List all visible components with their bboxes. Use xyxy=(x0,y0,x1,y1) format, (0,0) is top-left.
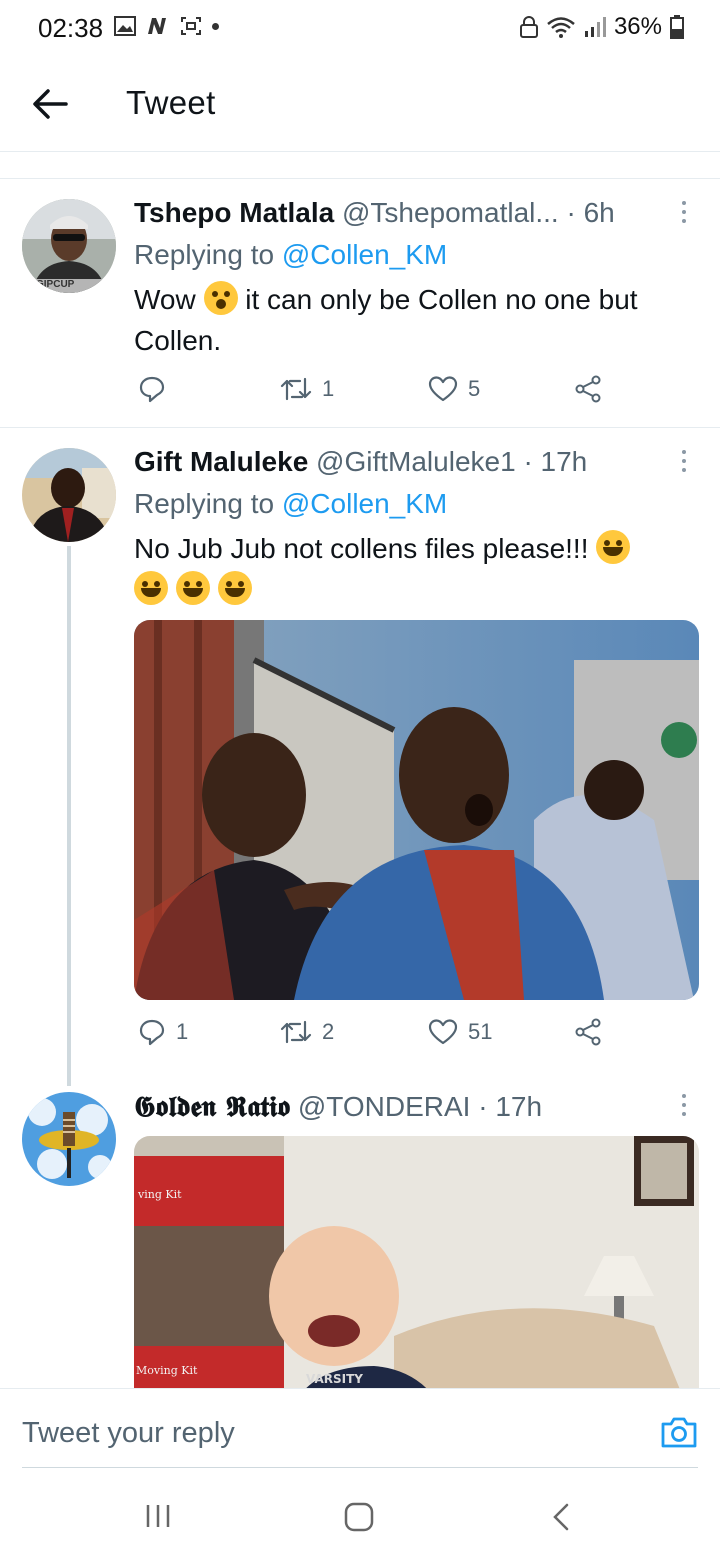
reply-button[interactable]: 1 xyxy=(138,1018,188,1046)
tweet-photo[interactable] xyxy=(134,620,699,1000)
tweet-time: · 17h xyxy=(523,446,588,477)
image-text: VARSITY xyxy=(306,1372,363,1386)
avatar[interactable] xyxy=(22,448,116,542)
home-icon[interactable] xyxy=(344,1502,374,1532)
share-icon xyxy=(575,1018,601,1046)
more-options-icon[interactable] xyxy=(682,201,690,228)
system-nav-bar xyxy=(0,1470,720,1560)
status-time: 02:38 xyxy=(38,13,104,43)
thread-line xyxy=(67,546,71,1086)
reply-input[interactable]: Tweet your reply xyxy=(22,1417,235,1450)
rolling-laughing-emoji-icon xyxy=(217,571,252,605)
share-icon xyxy=(575,375,601,403)
heart-icon xyxy=(428,1019,458,1045)
mention-link[interactable]: @Collen_KM xyxy=(282,488,447,519)
reply-button[interactable] xyxy=(138,375,176,403)
tweet[interactable]: Gift Maluleke @GiftMaluleke1 · 17h Reply… xyxy=(0,428,720,1086)
tweet-author-name[interactable]: 𝕲𝖔𝖑𝖉𝖊𝖓 𝕽𝖆𝖙𝖎𝖔 xyxy=(134,1090,290,1123)
recent-apps-icon[interactable] xyxy=(144,1502,172,1530)
reply-bar: Tweet your reply xyxy=(0,1388,720,1468)
tweet-time: · 6h xyxy=(566,197,615,228)
image-text: Moving Kit xyxy=(136,1364,198,1377)
avatar-caption: GIPCUP xyxy=(36,279,75,290)
tweet-photo[interactable]: ving Kit Moving Kit VARSITY xyxy=(134,1136,699,1388)
avatar[interactable]: GIPCUP xyxy=(22,199,116,293)
heart-icon xyxy=(428,376,458,402)
gallery-icon xyxy=(114,16,136,36)
tweet-handle[interactable]: @Tshepomatlal... xyxy=(342,197,559,228)
header: Tweet xyxy=(0,58,720,152)
page-title: Tweet xyxy=(126,84,216,121)
replying-to: Replying to @Collen_KM xyxy=(134,239,448,270)
notification-dot-icon xyxy=(212,22,219,30)
rolling-laughing-emoji-icon xyxy=(134,571,168,605)
tweet[interactable]: GIPCUP Tshepo Matlala @Tshepomatlal... ·… xyxy=(0,179,720,427)
tweet-author-name[interactable]: Gift Maluleke xyxy=(134,446,308,477)
reply-icon xyxy=(139,376,165,403)
tweet-header: Gift Maluleke @GiftMaluleke1 · 17h xyxy=(134,446,587,478)
lock-icon xyxy=(519,16,538,38)
retweet-icon xyxy=(280,377,312,401)
camera-icon[interactable] xyxy=(660,1415,698,1449)
more-options-icon[interactable] xyxy=(682,450,690,477)
more-options-icon[interactable] xyxy=(682,1094,690,1121)
avatar[interactable] xyxy=(22,1092,116,1186)
reply-icon xyxy=(139,1019,165,1046)
back-nav-icon[interactable] xyxy=(550,1502,572,1532)
mention-link[interactable]: @Collen_KM xyxy=(282,239,447,270)
share-button[interactable] xyxy=(574,1018,602,1046)
astonished-face-emoji-icon xyxy=(203,281,238,315)
back-arrow-icon[interactable] xyxy=(30,84,70,124)
divider xyxy=(22,1467,698,1468)
share-button[interactable] xyxy=(574,375,602,403)
like-button[interactable]: 51 xyxy=(428,1018,492,1046)
screen-capture-icon xyxy=(181,17,201,35)
battery-icon xyxy=(670,15,684,39)
battery-percent: 36% xyxy=(613,13,662,40)
tweet-text: No Jub Jub not collens files please!!! xyxy=(134,528,704,610)
wifi-icon xyxy=(547,17,575,38)
rolling-laughing-emoji-icon xyxy=(175,571,210,605)
image-text: ving Kit xyxy=(138,1188,182,1201)
tweet-actions: 1 2 51 xyxy=(134,1018,614,1058)
like-button[interactable]: 5 xyxy=(428,375,480,403)
signal-icon xyxy=(584,17,606,37)
tweet-header: Tshepo Matlala @Tshepomatlal... · 6h xyxy=(134,197,615,229)
retweet-icon xyxy=(280,1020,312,1044)
rolling-laughing-emoji-icon xyxy=(596,530,631,564)
tweet-actions: 1 5 xyxy=(134,375,614,415)
tweet-header: 𝕲𝖔𝖑𝖉𝖊𝖓 𝕽𝖆𝖙𝖎𝖔 @TONDERAI · 17h xyxy=(134,1090,542,1124)
tweet-handle[interactable]: @TONDERAI xyxy=(298,1091,471,1122)
replying-to: Replying to @Collen_KM xyxy=(134,488,448,519)
tweet-author-name[interactable]: Tshepo Matlala xyxy=(134,197,334,228)
status-bar: 02:38 36% xyxy=(0,0,720,58)
tweet-time: · 17h xyxy=(478,1091,543,1122)
tweet-handle[interactable]: @GiftMaluleke1 xyxy=(316,446,516,477)
tweet-text: Wow it can only be Collen no one but Col… xyxy=(134,279,704,361)
retweet-button[interactable]: 1 xyxy=(280,375,334,403)
tweet[interactable]: 𝕲𝖔𝖑𝖉𝖊𝖓 𝕽𝖆𝖙𝖎𝖔 @TONDERAI · 17h ving Kit Mo… xyxy=(0,1072,720,1388)
retweet-button[interactable]: 2 xyxy=(280,1018,334,1046)
news-icon xyxy=(148,18,166,34)
